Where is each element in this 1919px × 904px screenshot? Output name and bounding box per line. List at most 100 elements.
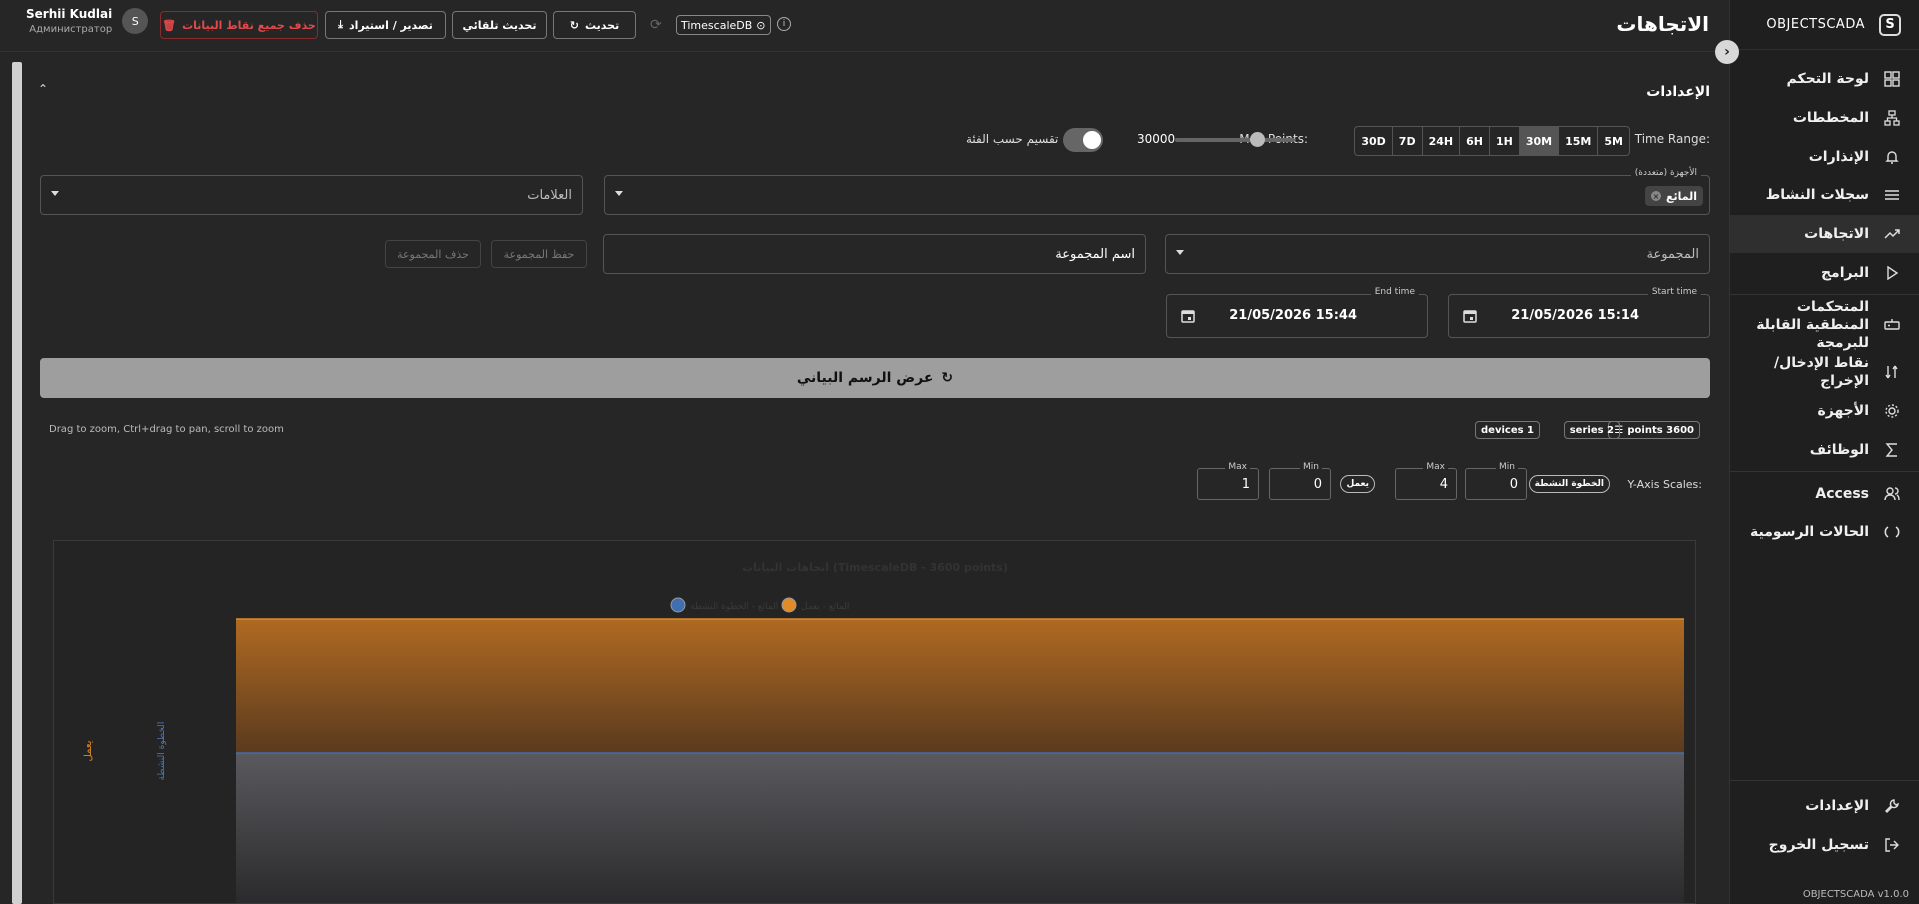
sidebar-bottom-item-1[interactable]: تسجيل الخروج [1730,825,1919,864]
active-step-min-input[interactable]: Min 0 [1465,462,1527,500]
series-pill-active-step: الخطوة النشطة [1528,475,1610,493]
sidebar-item-3[interactable]: سجلات النشاط [1730,176,1919,215]
series-pill-running: يعمل [1340,475,1375,493]
sidebar-item-2[interactable]: الإنذارات [1730,137,1919,176]
running-min-input[interactable]: Min 0 [1269,462,1331,500]
end-time-value: 21/05/2026 15:44 [1229,308,1357,323]
group-name-input[interactable]: اسم المجموعة [603,234,1146,274]
min-value: 0 [1313,477,1322,492]
active-step-max-input[interactable]: Max 4 [1395,462,1457,500]
sidebar-item-5[interactable]: البرامج [1730,253,1919,292]
delete-group-button[interactable]: حذف المجموعة [385,240,481,268]
range-button-6h[interactable]: 6H [1460,127,1490,155]
sidebar-item-7[interactable]: نقاط الإدخال/الإخراج [1730,353,1919,392]
refresh-icon: ↻ [941,370,954,386]
range-button-5m[interactable]: 5M [1598,127,1629,155]
play-icon [1883,264,1901,282]
sidebar: S OBJECTSCADA لوحة التحكم المخططات الإنذار… [1729,0,1919,904]
legend-marker-0[interactable] [781,597,797,613]
max-points-slider-handle[interactable] [1249,132,1265,147]
y-axis-label-right: الخطوة النشطة [157,722,167,781]
refresh-button[interactable]: ↻ تحديث [553,11,636,39]
max-points-value: 30000 [1137,132,1176,146]
range-button-15m[interactable]: 15M [1559,127,1599,155]
points-badge: ☰ points 3600 [1608,421,1700,439]
collapse-caret-icon[interactable]: ⌃ [38,82,48,96]
chart-title: اتجاهات البيانات (TimescaleDB - 3600 poi… [742,561,1008,574]
device-chip[interactable]: المائع × [1644,186,1703,206]
chevron-down-icon[interactable] [51,191,59,196]
plot-chart-label: عرض الرسم البياني [796,370,934,386]
sidebar-item-label: الإنذارات [1808,148,1869,165]
split-by-category-label: تقسيم حسب الفئة [966,132,1059,146]
logout-icon [1883,836,1901,854]
end-time-label: End time [1370,287,1419,297]
user-role: Администратор [29,24,113,35]
time-range-label: Time Range: [1634,132,1710,146]
dashboard-icon [1883,70,1901,88]
legend-marker-1[interactable] [670,597,686,613]
plot-chart-button[interactable]: ↻ عرض الرسم البياني [40,358,1710,398]
logo-icon: S [1879,13,1901,36]
calendar-icon[interactable] [1181,309,1195,323]
tags-select[interactable]: العلامات [40,175,583,215]
max-value: 1 [1241,477,1250,492]
running-max-input[interactable]: Max 1 [1197,462,1259,500]
bell-icon [1883,148,1901,166]
sidebar-item-9[interactable]: الوظائف [1730,431,1919,470]
sidebar-bottom-item-0[interactable]: الإعدادات [1730,787,1919,826]
calendar-icon[interactable] [1463,309,1477,323]
page-title: الاتجاهات [1616,12,1709,36]
info-icon[interactable]: i [777,17,791,31]
sidebar-item-6[interactable]: المتحكمات المنطقية القابلة للبرمجة [1730,297,1919,353]
sidebar-toggle-button[interactable]: › [1715,40,1739,64]
users-icon [1883,485,1901,503]
start-time-field[interactable]: Start time 21/05/2026 15:14 [1448,287,1710,338]
sidebar-item-label: لوحة التحكم [1786,71,1869,88]
range-button-30m[interactable]: 30M [1519,127,1560,155]
sidebar-item-0[interactable]: لوحة التحكم [1730,60,1919,99]
chevron-down-icon[interactable] [615,191,623,196]
legend-label-0: المائع - يعمل [801,602,849,612]
user-menu[interactable]: Serhii Kudlai Администратор S [26,7,149,35]
user-name: Serhii Kudlai [26,7,113,21]
chip-remove-icon[interactable]: × [1650,191,1661,201]
devices-badge: devices 1 [1475,421,1540,439]
max-value: 4 [1439,477,1448,492]
chevron-down-icon[interactable] [1176,250,1184,255]
sigma-icon [1883,441,1901,459]
auto-refresh-button[interactable]: تحديث تلقائي [452,11,547,39]
max-label: Max [1423,462,1448,472]
toggle-knob[interactable] [1083,131,1101,149]
sidebar-item-10[interactable]: Access [1730,474,1919,513]
trend-chart[interactable]: اتجاهات البيانات (TimescaleDB - 3600 poi… [53,540,1696,904]
max-points-slider[interactable] [1175,138,1295,142]
states-icon [1883,523,1901,541]
brand: S OBJECTSCADA [1730,0,1919,50]
range-button-30d[interactable]: 30D [1355,127,1393,155]
min-value: 0 [1509,477,1518,492]
export-import-button[interactable]: ⤓ تصدير / استيراد [325,11,446,39]
sidebar-item-1[interactable]: المخططات [1730,99,1919,138]
sidebar-item-11[interactable]: الحالات الرسومية [1730,513,1919,552]
devices-select[interactable]: الأجهزة (متعددة) المائع × [604,168,1710,215]
range-button-1h[interactable]: 1H [1490,127,1520,155]
chart-svg[interactable]: اتجاهات البيانات (TimescaleDB - 3600 poi… [54,541,1696,904]
avatar[interactable]: S [122,8,149,34]
trash-icon: 🗑 [162,18,177,32]
range-button-7d[interactable]: 7D [1393,127,1423,155]
end-time-field[interactable]: End time 21/05/2026 15:44 [1166,287,1428,338]
start-time-label: Start time [1647,287,1701,297]
db-badge-label: TimescaleDB [681,18,753,32]
sidebar-item-label: الإعدادات [1805,797,1869,814]
sidebar-item-8[interactable]: الأجهزة [1730,392,1919,431]
auto-refresh-label: تحديث تلقائي [462,18,537,32]
scrollbar[interactable] [12,62,22,904]
range-button-24h[interactable]: 24H [1423,127,1461,155]
group-select[interactable]: المجموعة [1165,234,1710,274]
sidebar-item-label: نقاط الإدخال/الإخراج [1773,355,1869,390]
save-group-button[interactable]: حفظ المجموعة [491,240,587,268]
sidebar-item-4[interactable]: الاتجاهات [1730,214,1919,254]
delete-all-data-button[interactable]: 🗑 حذف جميع نقاط البيانات [160,11,318,39]
sidebar-item-label: تسجيل الخروج [1768,836,1869,853]
